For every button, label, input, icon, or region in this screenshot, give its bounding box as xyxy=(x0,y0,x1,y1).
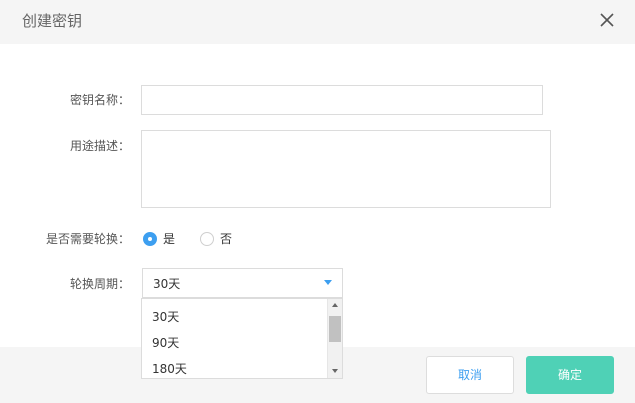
key-name-label: 密钥名称： xyxy=(69,93,130,107)
rotation-yes-label: 是 xyxy=(163,232,176,246)
scroll-down-icon[interactable] xyxy=(332,369,338,373)
period-dropdown: 30天 90天 180天 xyxy=(141,298,343,379)
close-icon[interactable] xyxy=(597,10,617,30)
scroll-up-icon[interactable] xyxy=(332,303,338,307)
rotation-label: 是否需要轮换： xyxy=(45,232,130,246)
dialog-title: 创建密钥 xyxy=(22,12,83,30)
radio-checked-icon xyxy=(143,232,157,246)
scrollbar-thumb[interactable] xyxy=(329,316,341,342)
confirm-button[interactable]: 确定 xyxy=(526,356,614,394)
cancel-button[interactable]: 取消 xyxy=(426,356,514,394)
period-label: 轮换周期： xyxy=(69,277,130,291)
period-select[interactable]: 30天 xyxy=(142,268,343,298)
description-label: 用途描述： xyxy=(69,139,130,153)
rotation-no-label: 否 xyxy=(220,232,233,246)
chevron-down-icon xyxy=(324,280,332,285)
radio-unchecked-icon xyxy=(200,232,214,246)
period-option-90[interactable]: 90天 xyxy=(152,334,179,352)
create-key-dialog: 创建密钥 密钥名称： 用途描述： 是否需要轮换： 是 否 轮换周期： 30天 取… xyxy=(0,0,635,403)
key-name-input[interactable] xyxy=(141,85,543,115)
period-option-180[interactable]: 180天 xyxy=(152,360,187,378)
period-option-30[interactable]: 30天 xyxy=(152,308,179,326)
dialog-header: 创建密钥 xyxy=(0,0,635,44)
period-selected-value: 30天 xyxy=(153,277,181,291)
description-textarea[interactable] xyxy=(141,130,551,208)
dropdown-scrollbar[interactable] xyxy=(327,299,342,378)
